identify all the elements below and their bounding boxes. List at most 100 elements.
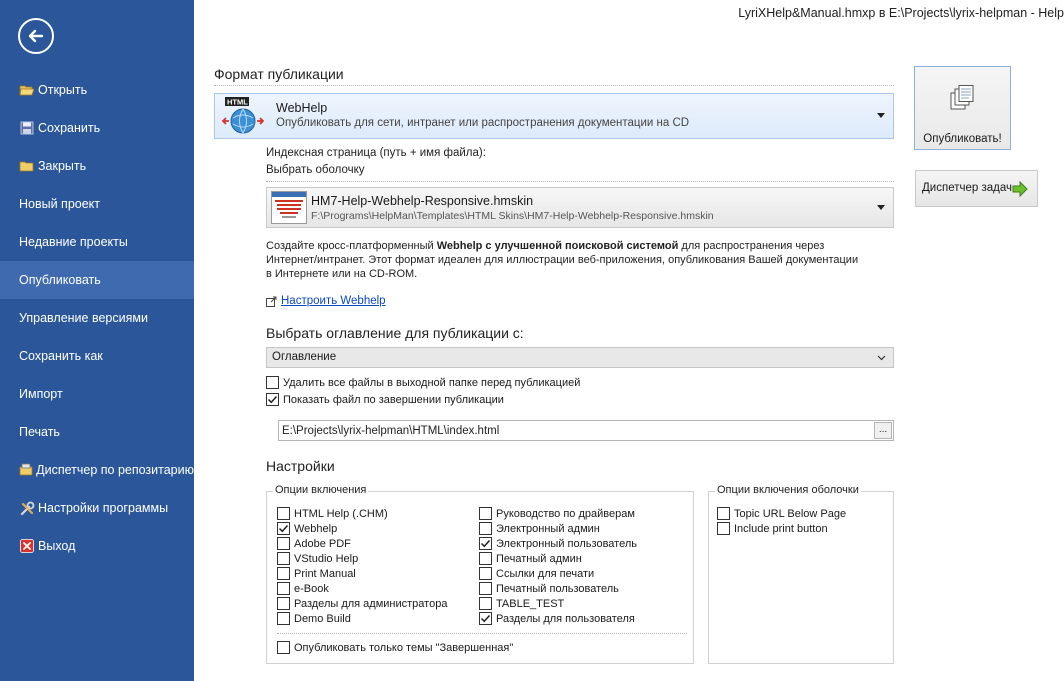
include-option-checkbox[interactable] — [277, 597, 290, 610]
include-option-checkbox[interactable] — [479, 567, 492, 580]
sidebar-item-label: Сохранить как — [19, 349, 103, 363]
include-option-checkbox[interactable] — [277, 507, 290, 520]
include-option-checkbox[interactable] — [277, 522, 290, 535]
toc-selected-value: Оглавление — [272, 351, 337, 363]
include-option-checkbox-row[interactable]: Adobe PDF — [277, 537, 351, 550]
include-option-checkbox[interactable] — [479, 537, 492, 550]
delete-files-checkbox[interactable] — [266, 376, 279, 389]
skin-dropdown[interactable]: HM7-Help-Webhelp-Responsive.hmskin F:\Pr… — [266, 187, 894, 228]
only-completed-checkbox[interactable] — [277, 641, 290, 654]
sidebar-item-import[interactable]: Импорт — [0, 375, 194, 413]
publish-button[interactable]: Опубликовать! — [914, 66, 1011, 150]
checkmark-icon — [267, 395, 278, 404]
checkbox-label: Print Manual — [294, 567, 356, 580]
include-option-checkbox[interactable] — [277, 582, 290, 595]
format-dropdown[interactable]: HTML WebHelp Опубликовать для сети, интр… — [214, 93, 894, 139]
include-option-checkbox[interactable] — [479, 612, 492, 625]
delete-files-checkbox-row[interactable]: Удалить все файлы в выходной папке перед… — [266, 376, 580, 389]
sidebar-item-exit[interactable]: Выход — [0, 527, 194, 565]
sidebar-item-label: Выход — [38, 539, 76, 553]
sidebar-item-new-project[interactable]: Новый проект — [0, 185, 194, 223]
sidebar-item-open[interactable]: Открыть — [0, 71, 194, 109]
skin-option-checkbox-row[interactable]: Include print button — [717, 522, 828, 535]
include-option-checkbox-row[interactable]: Разделы для администратора — [277, 597, 447, 610]
include-option-checkbox[interactable] — [277, 612, 290, 625]
include-option-checkbox[interactable] — [277, 537, 290, 550]
include-option-checkbox[interactable] — [277, 552, 290, 565]
include-option-checkbox-row[interactable]: Ссылки для печати — [479, 567, 594, 580]
checkbox-label: VStudio Help — [294, 552, 359, 565]
sidebar-item-program-settings[interactable]: Настройки программы — [0, 489, 194, 527]
checkbox-label: Разделы для администратора — [294, 597, 448, 610]
dropdown-arrow-icon — [877, 204, 885, 210]
external-link-icon — [266, 296, 277, 307]
checkmark-icon — [278, 524, 289, 533]
sidebar-item-label: Опубликовать — [19, 273, 101, 287]
checkbox-label: Показать файл по завершении публикации — [283, 393, 504, 406]
sidebar-nav: Открыть Сохранить Закрыть Новый проект Н… — [0, 71, 194, 565]
include-option-checkbox-row[interactable]: Электронный админ — [479, 522, 600, 535]
include-option-checkbox-row[interactable]: Электронный пользователь — [479, 537, 637, 550]
sidebar-item-save[interactable]: Сохранить — [0, 109, 194, 147]
floppy-disk-icon — [19, 120, 35, 136]
sidebar-item-version-control[interactable]: Управление версиями — [0, 299, 194, 337]
include-option-checkbox-row[interactable]: Печатный пользователь — [479, 582, 619, 595]
show-file-checkbox-row[interactable]: Показать файл по завершении публикации — [266, 393, 504, 406]
skin-option-checkbox-row[interactable]: Topic URL Below Page — [717, 507, 846, 520]
sidebar-item-close[interactable]: Закрыть — [0, 147, 194, 185]
configure-link-row: Настроить Webhelp — [266, 295, 386, 307]
sidebar-item-repository-manager[interactable]: Диспетчер по репозитарию — [0, 451, 194, 489]
include-option-checkbox-row[interactable]: Разделы для пользователя — [479, 612, 635, 625]
section-divider — [266, 181, 894, 182]
output-path-input[interactable] — [282, 423, 862, 439]
include-option-checkbox[interactable] — [479, 597, 492, 610]
configure-webhelp-link[interactable]: Настроить Webhelp — [281, 295, 386, 307]
include-option-checkbox-row[interactable]: Руководство по драйверам — [479, 507, 635, 520]
checkbox-label: e-Book — [294, 582, 329, 595]
only-completed-checkbox-row[interactable]: Опубликовать только темы "Завершенная" — [277, 641, 513, 654]
checkbox-label: TABLE_TEST — [496, 597, 565, 610]
arrow-right-icon — [1012, 180, 1028, 198]
include-option-checkbox-row[interactable]: e-Book — [277, 582, 329, 595]
skin-option-checkbox[interactable] — [717, 507, 730, 520]
sidebar-item-label: Сохранить — [38, 121, 101, 135]
include-option-checkbox[interactable] — [479, 552, 492, 565]
checkbox-label: Demo Build — [294, 612, 351, 625]
sidebar-item-label: Печать — [19, 425, 60, 439]
group-title: Опции включения оболочки — [715, 484, 861, 496]
exit-icon — [19, 538, 35, 554]
sidebar-item-label: Открыть — [38, 83, 88, 97]
task-manager-label: Диспетчер задач — [922, 182, 1012, 194]
task-manager-button[interactable]: Диспетчер задач — [915, 170, 1038, 207]
checkbox-label: Удалить все файлы в выходной папке перед… — [283, 376, 581, 389]
sidebar-item-save-as[interactable]: Сохранить как — [0, 337, 194, 375]
show-file-checkbox[interactable] — [266, 393, 279, 406]
include-option-checkbox-row[interactable]: Print Manual — [277, 567, 356, 580]
include-option-checkbox[interactable] — [479, 522, 492, 535]
back-button[interactable] — [18, 18, 54, 54]
output-path-field: ... — [278, 420, 894, 441]
include-option-checkbox-row[interactable]: VStudio Help — [277, 552, 358, 565]
include-option-checkbox-row[interactable]: HTML Help (.CHM) — [277, 507, 388, 520]
format-name: WebHelp — [276, 101, 328, 115]
include-option-checkbox[interactable] — [479, 507, 492, 520]
include-option-checkbox-row[interactable]: Печатный админ — [479, 552, 582, 565]
checkbox-label: Ссылки для печати — [496, 567, 595, 580]
include-option-checkbox-row[interactable]: Demo Build — [277, 612, 351, 625]
index-page-label: Индексная страница (путь + имя файла): — [266, 147, 486, 159]
include-option-checkbox[interactable] — [479, 582, 492, 595]
sidebar-item-print[interactable]: Печать — [0, 413, 194, 451]
include-option-checkbox-row[interactable]: Webhelp — [277, 522, 337, 535]
sidebar-item-recent-projects[interactable]: Недавние проекты — [0, 223, 194, 261]
browse-button[interactable]: ... — [874, 422, 892, 439]
toc-select[interactable]: Оглавление — [266, 347, 894, 368]
publish-pages-icon — [950, 85, 974, 110]
include-option-checkbox-row[interactable]: TABLE_TEST — [479, 597, 564, 610]
checkbox-label: Электронный пользователь — [496, 537, 637, 550]
sidebar-item-label: Новый проект — [19, 197, 101, 211]
skin-option-checkbox[interactable] — [717, 522, 730, 535]
include-option-checkbox[interactable] — [277, 567, 290, 580]
desc-part-1: Создайте кросс-платформенный — [266, 240, 437, 252]
sidebar-item-publish[interactable]: Опубликовать — [0, 261, 194, 299]
toc-section-title: Выбрать оглавление для публикации с: — [266, 325, 524, 341]
